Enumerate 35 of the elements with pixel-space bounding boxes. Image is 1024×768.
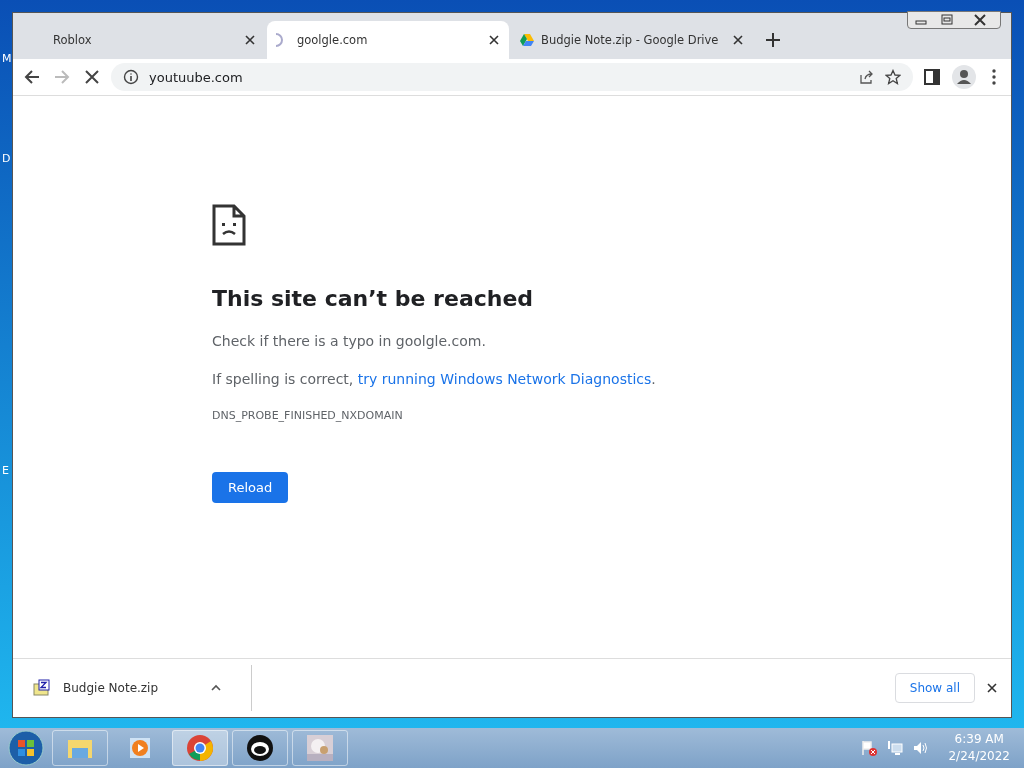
chrome-icon bbox=[187, 735, 213, 761]
folder-icon bbox=[68, 740, 92, 758]
side-panel-icon[interactable] bbox=[921, 66, 943, 88]
error-title: This site can’t be reached bbox=[212, 286, 535, 311]
diagnostics-link[interactable]: try running Windows Network Diagnostics bbox=[357, 371, 652, 387]
error-code: DNS_PROBE_FINISHED_NXDOMAIN bbox=[212, 409, 404, 422]
error-message: Check if there is a typo in goolgle.com. bbox=[212, 333, 487, 349]
browser-tab[interactable]: goolgle.com bbox=[267, 21, 509, 59]
loading-spinner-icon bbox=[275, 33, 283, 47]
address-bar[interactable]: youtuube.com bbox=[111, 63, 913, 91]
desktop-icon-label: M bbox=[2, 52, 12, 65]
new-tab-icon[interactable] bbox=[763, 30, 783, 50]
profile-icon[interactable] bbox=[951, 64, 977, 90]
desktop-icon-label: D bbox=[2, 152, 11, 165]
taskbar-button[interactable] bbox=[232, 730, 288, 766]
close-icon[interactable] bbox=[487, 33, 501, 47]
sad-page-icon bbox=[212, 204, 246, 246]
close-icon[interactable] bbox=[985, 681, 999, 695]
media-player-icon bbox=[130, 738, 150, 758]
show-all-button[interactable]: Show all bbox=[894, 673, 975, 703]
browser-tab[interactable]: Roblox bbox=[23, 21, 265, 59]
error-hint: If spelling is correct, try running Windows Network Diagnostics. bbox=[212, 371, 657, 387]
close-icon[interactable] bbox=[243, 33, 257, 47]
reload-button[interactable]: Reload bbox=[212, 472, 289, 503]
zip-file-icon bbox=[33, 679, 51, 697]
share-icon[interactable] bbox=[859, 69, 875, 85]
browser-tab[interactable]: Budgie Note.zip - Google Drive bbox=[511, 21, 753, 59]
download-item[interactable]: Budgie Note.zip bbox=[63, 681, 197, 695]
star-icon[interactable] bbox=[885, 69, 901, 85]
close-icon[interactable] bbox=[731, 33, 745, 47]
desktop-icon-label: E bbox=[2, 464, 9, 477]
mascot-icon bbox=[247, 735, 273, 761]
info-icon[interactable] bbox=[123, 69, 139, 85]
flag-warning-icon[interactable] bbox=[860, 739, 879, 757]
drive-icon bbox=[519, 32, 535, 48]
